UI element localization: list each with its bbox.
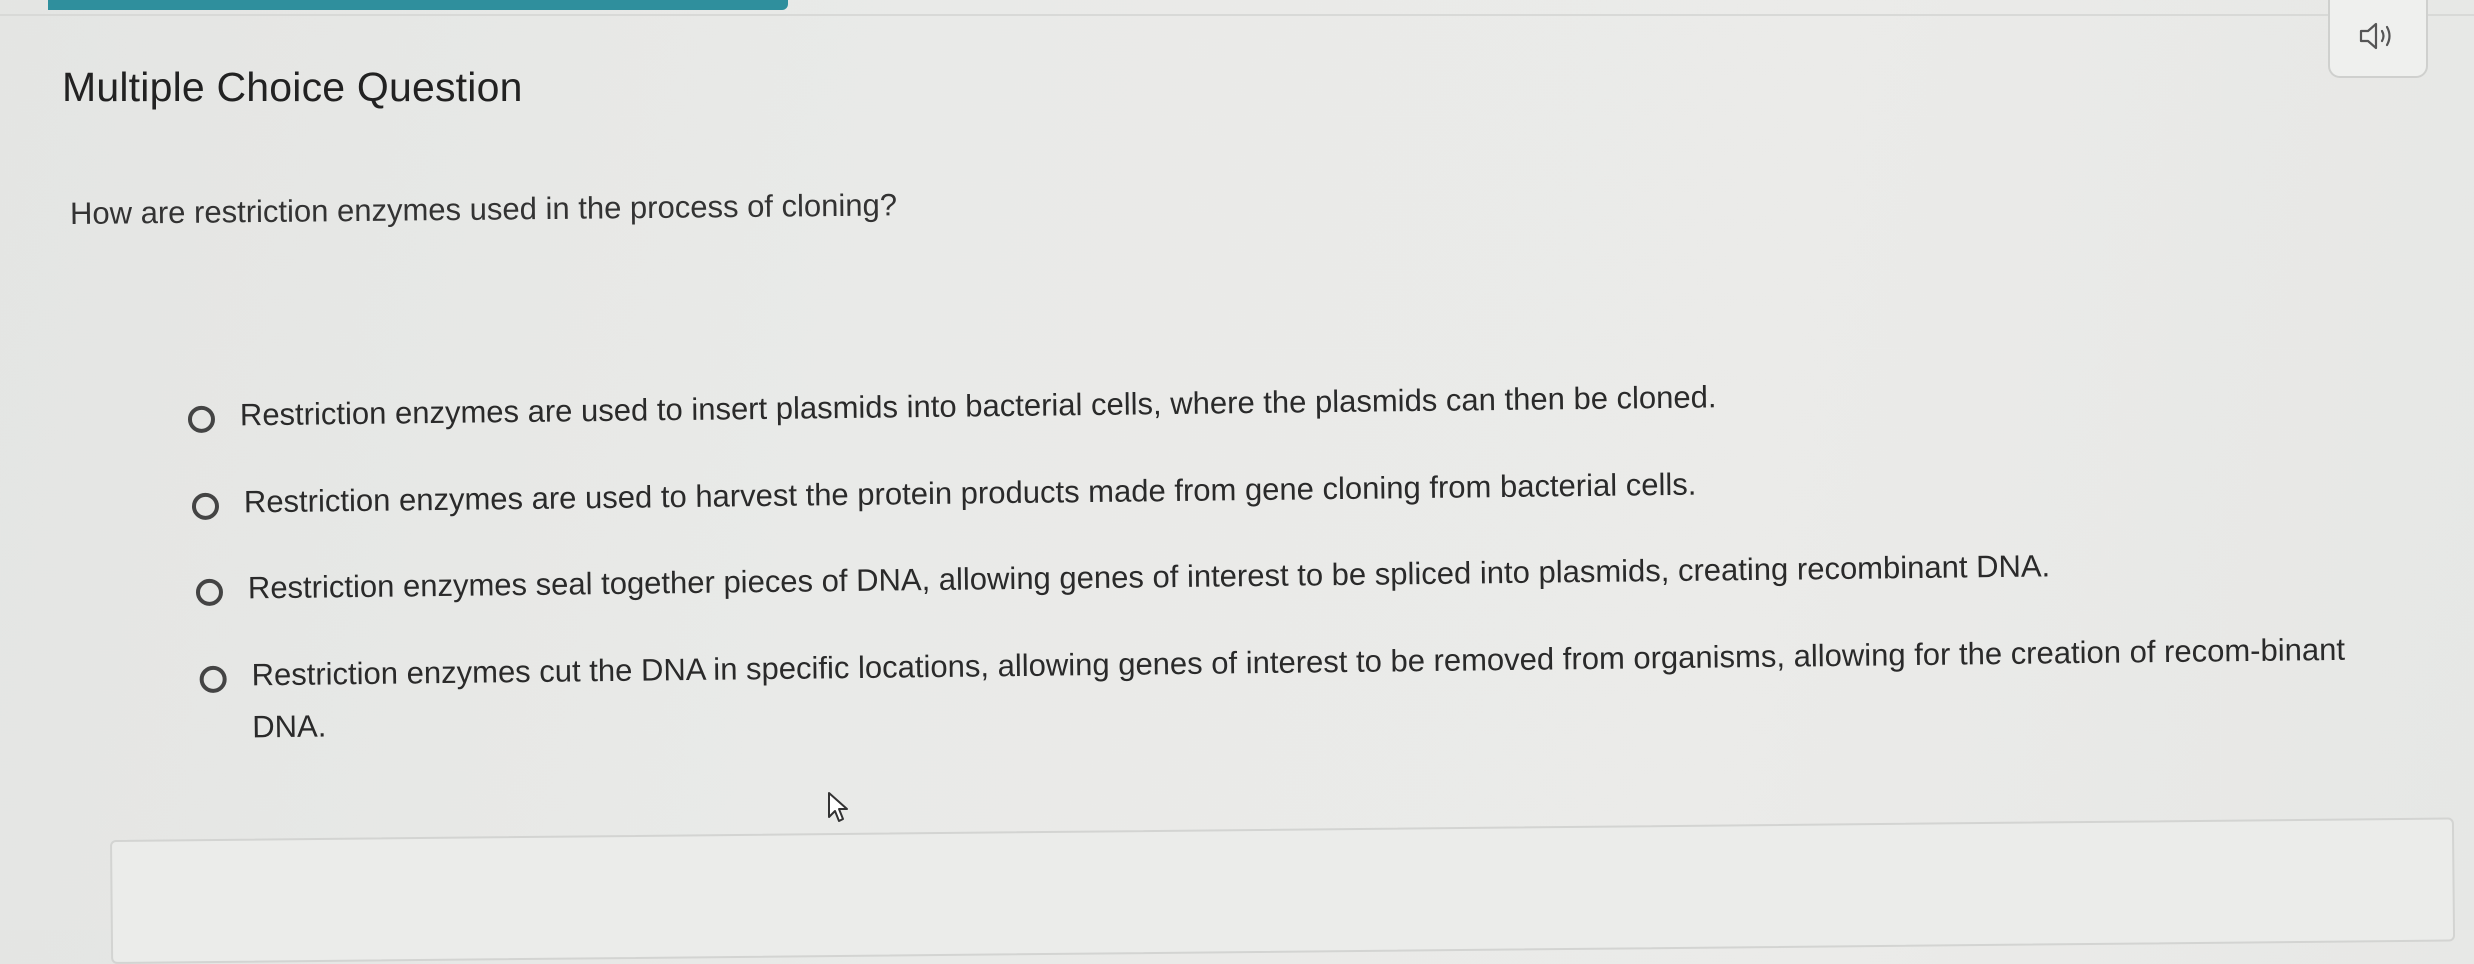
radio-button[interactable]	[199, 665, 227, 694]
answer-option-4[interactable]: Restriction enzymes cut the DNA in speci…	[199, 632, 2390, 754]
question-prompt: How are restriction enzymes used in the …	[69, 187, 898, 231]
radio-button[interactable]	[191, 492, 220, 520]
mouse-pointer-icon	[826, 790, 854, 826]
read-aloud-button[interactable]	[2328, 0, 2428, 78]
answer-option-2[interactable]: Restriction enzymes are used to harvest …	[191, 466, 1892, 529]
answer-option-3[interactable]: Restriction enzymes seal together pieces…	[195, 548, 2176, 615]
top-accent-bar	[48, 0, 788, 10]
page-title: Multiple Choice Question	[62, 64, 523, 110]
page-top-border	[0, 14, 2474, 16]
answer-option-label: Restriction enzymes seal together pieces…	[247, 548, 2051, 606]
answer-option-label: Restriction enzymes are used to insert p…	[239, 379, 1717, 433]
speaker-icon	[2358, 21, 2398, 56]
answer-option-label: Restriction enzymes are used to harvest …	[243, 466, 1697, 520]
radio-button[interactable]	[187, 405, 216, 433]
answer-option-label: Restriction enzymes cut the DNA in speci…	[251, 631, 2346, 745]
answer-option-1[interactable]: Restriction enzymes are used to insert p…	[187, 379, 1888, 442]
radio-button[interactable]	[195, 578, 224, 606]
footer-panel	[110, 817, 2456, 964]
